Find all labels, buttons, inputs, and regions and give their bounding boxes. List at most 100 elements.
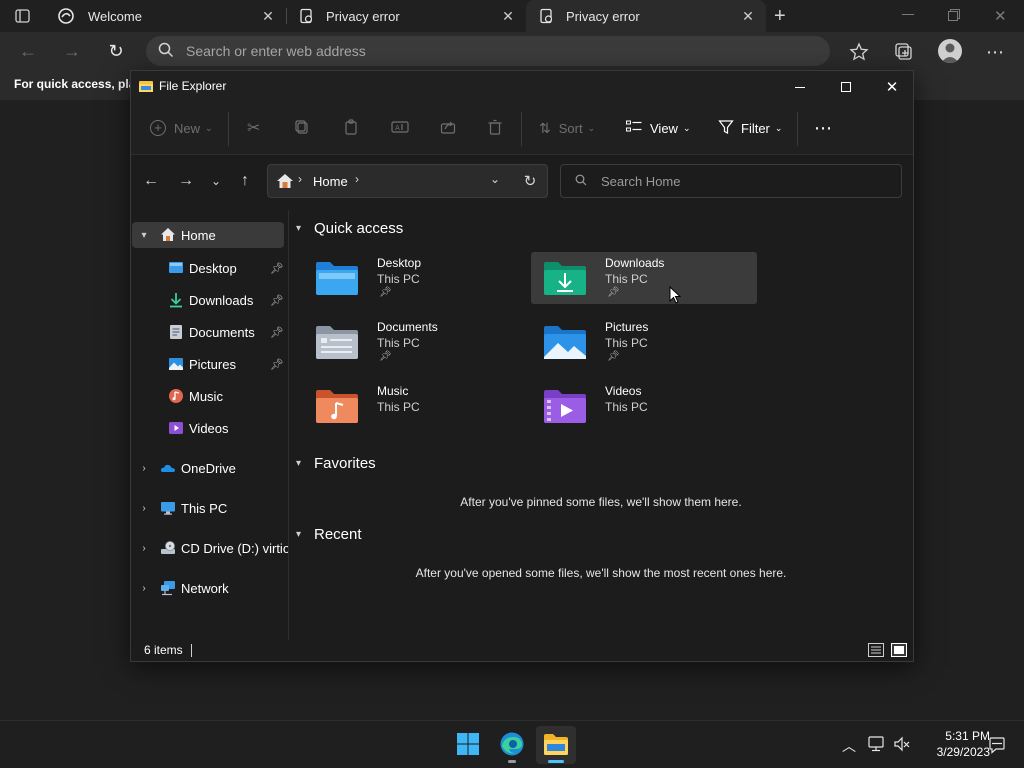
see-more-button[interactable]: ⋯ bbox=[814, 116, 833, 140]
address-bar[interactable] bbox=[146, 36, 830, 66]
start-button[interactable] bbox=[448, 726, 488, 764]
quick-access-item-downloads[interactable]: Downloads This PC 📌︎ bbox=[531, 252, 757, 304]
sidebar-item-label: Videos bbox=[189, 420, 229, 436]
copy-button[interactable] bbox=[294, 116, 310, 140]
filter-button[interactable]: Filter ⌄ bbox=[718, 116, 782, 140]
delete-button[interactable] bbox=[487, 116, 503, 140]
sidebar-item-documents[interactable]: Documents 📌︎ bbox=[132, 319, 288, 345]
profile-avatar-icon[interactable] bbox=[938, 39, 962, 63]
close-button[interactable]: ✕ bbox=[869, 71, 915, 103]
pane-divider[interactable] bbox=[288, 210, 289, 640]
large-icons-view-icon[interactable] bbox=[891, 643, 907, 657]
address-path-bar[interactable]: › Home › ⌄ bbox=[267, 164, 548, 198]
recent-locations-button[interactable]: ⌄ bbox=[204, 169, 228, 193]
back-button[interactable]: ← bbox=[139, 169, 163, 193]
collections-icon[interactable] bbox=[893, 41, 915, 63]
quick-access-item-documents[interactable]: Documents This PC 📌︎ bbox=[303, 316, 529, 368]
forward-button[interactable]: → bbox=[174, 169, 198, 193]
recent-header[interactable]: ▾ Recent bbox=[296, 526, 362, 543]
sort-button[interactable]: ⇅ Sort ⌄ bbox=[539, 116, 595, 140]
tab-welcome[interactable]: Welcome ✕ bbox=[46, 0, 286, 32]
cut-button[interactable]: ✂ bbox=[247, 116, 260, 140]
quick-access-item-videos[interactable]: Videos This PC bbox=[531, 380, 757, 432]
sidebar-item-network[interactable]: › Network bbox=[132, 575, 288, 601]
favorites-star-icon[interactable] bbox=[848, 41, 870, 63]
close-tab-icon[interactable]: ✕ bbox=[740, 8, 756, 24]
quick-access-item-music[interactable]: Music This PC bbox=[303, 380, 529, 432]
file-explorer-icon bbox=[543, 732, 569, 759]
show-hidden-icons-icon[interactable]: ︿ bbox=[842, 736, 856, 756]
refresh-button[interactable]: ↻ bbox=[518, 169, 542, 193]
chevron-down-icon[interactable]: ▾ bbox=[296, 458, 306, 469]
search-home-box[interactable] bbox=[560, 164, 902, 198]
search-input[interactable] bbox=[601, 173, 881, 189]
back-icon[interactable]: ← bbox=[14, 37, 42, 65]
restore-icon[interactable] bbox=[948, 9, 960, 21]
chevron-down-icon[interactable]: ▾ bbox=[296, 529, 306, 540]
details-view-icon[interactable] bbox=[868, 643, 884, 657]
pin-icon[interactable]: 📌︎ bbox=[270, 294, 284, 307]
clock-date[interactable]: 3/29/2023 bbox=[920, 745, 990, 759]
quick-access-header[interactable]: ▾ Quick access bbox=[296, 220, 403, 237]
pin-icon[interactable]: 📌︎ bbox=[270, 326, 284, 339]
favorites-header[interactable]: ▾ Favorites bbox=[296, 455, 376, 472]
chevron-right-icon[interactable]: › bbox=[138, 463, 150, 474]
up-button[interactable]: ↑ bbox=[233, 169, 257, 193]
sidebar-item-music[interactable]: Music bbox=[132, 383, 288, 409]
network-status-icon[interactable] bbox=[868, 736, 886, 752]
close-tab-icon[interactable]: ✕ bbox=[500, 8, 516, 24]
chevron-down-icon[interactable]: ▾ bbox=[296, 223, 306, 234]
sidebar-item-downloads[interactable]: Downloads 📌︎ bbox=[132, 287, 288, 313]
paste-button[interactable] bbox=[343, 116, 359, 140]
close-window-icon[interactable]: ✕ bbox=[994, 7, 1007, 25]
forward-icon[interactable]: → bbox=[58, 37, 86, 65]
taskbar-file-explorer-button[interactable] bbox=[536, 726, 576, 764]
sidebar-item-home[interactable]: ▾ Home bbox=[132, 222, 284, 248]
svg-text:A: A bbox=[395, 124, 400, 132]
quick-access-item-desktop[interactable]: Desktop This PC 📌︎ bbox=[303, 252, 529, 304]
chevron-right-icon[interactable]: › bbox=[138, 543, 150, 554]
sidebar-item-this-pc[interactable]: › This PC bbox=[132, 495, 288, 521]
chevron-down-icon[interactable]: ▾ bbox=[138, 230, 150, 241]
share-button[interactable] bbox=[440, 116, 456, 140]
volume-muted-icon[interactable] bbox=[893, 736, 911, 752]
tab-privacy-error-2[interactable]: Privacy error ✕ bbox=[526, 0, 766, 32]
path-separator-icon[interactable]: › bbox=[355, 172, 359, 186]
refresh-icon[interactable]: ↻ bbox=[102, 37, 130, 65]
address-input[interactable] bbox=[186, 43, 786, 59]
tab-privacy-error-1[interactable]: Privacy error ✕ bbox=[286, 0, 526, 32]
clock-time[interactable]: 5:31 PM bbox=[930, 729, 990, 743]
chevron-right-icon[interactable]: › bbox=[138, 583, 150, 594]
cd-drive-icon bbox=[160, 540, 176, 556]
notification-center-icon[interactable] bbox=[988, 736, 1006, 754]
sidebar-item-label: Desktop bbox=[189, 260, 237, 276]
pin-icon[interactable]: 📌︎ bbox=[270, 262, 284, 275]
tab-actions-icon[interactable] bbox=[14, 8, 32, 24]
sidebar-item-videos[interactable]: Videos bbox=[132, 415, 288, 441]
new-tab-icon[interactable]: + bbox=[774, 6, 792, 26]
windows-logo-icon bbox=[456, 732, 480, 759]
close-tab-icon[interactable]: ✕ bbox=[260, 8, 276, 24]
new-button[interactable]: + New ⌄ bbox=[150, 116, 213, 140]
explorer-titlebar[interactable]: File Explorer ✕ bbox=[131, 71, 913, 103]
pin-icon: 📌︎ bbox=[607, 287, 620, 298]
tab-label: Privacy error bbox=[566, 8, 640, 24]
section-title: Recent bbox=[314, 526, 362, 543]
rename-button[interactable]: A bbox=[391, 116, 409, 140]
sidebar-item-pictures[interactable]: Pictures 📌︎ bbox=[132, 351, 288, 377]
sidebar-item-cd-drive[interactable]: › CD Drive (D:) virtio-w bbox=[132, 535, 288, 561]
sidebar-item-label: Downloads bbox=[189, 292, 254, 308]
taskbar-edge-button[interactable] bbox=[492, 726, 532, 764]
maximize-button[interactable] bbox=[823, 71, 869, 103]
view-button[interactable]: View ⌄ bbox=[626, 116, 691, 140]
settings-more-icon[interactable]: ⋯ bbox=[986, 42, 1006, 62]
pin-icon[interactable]: 📌︎ bbox=[270, 358, 284, 371]
sidebar-item-onedrive[interactable]: › OneDrive bbox=[132, 455, 288, 481]
minimize-icon[interactable] bbox=[902, 14, 914, 15]
chevron-right-icon[interactable]: › bbox=[138, 503, 150, 514]
minimize-button[interactable] bbox=[777, 71, 823, 103]
path-dropdown-icon[interactable]: ⌄ bbox=[490, 172, 500, 186]
sidebar-item-desktop[interactable]: Desktop 📌︎ bbox=[132, 255, 288, 281]
path-segment-home[interactable]: Home bbox=[313, 174, 348, 189]
quick-access-item-pictures[interactable]: Pictures This PC 📌︎ bbox=[531, 316, 757, 368]
